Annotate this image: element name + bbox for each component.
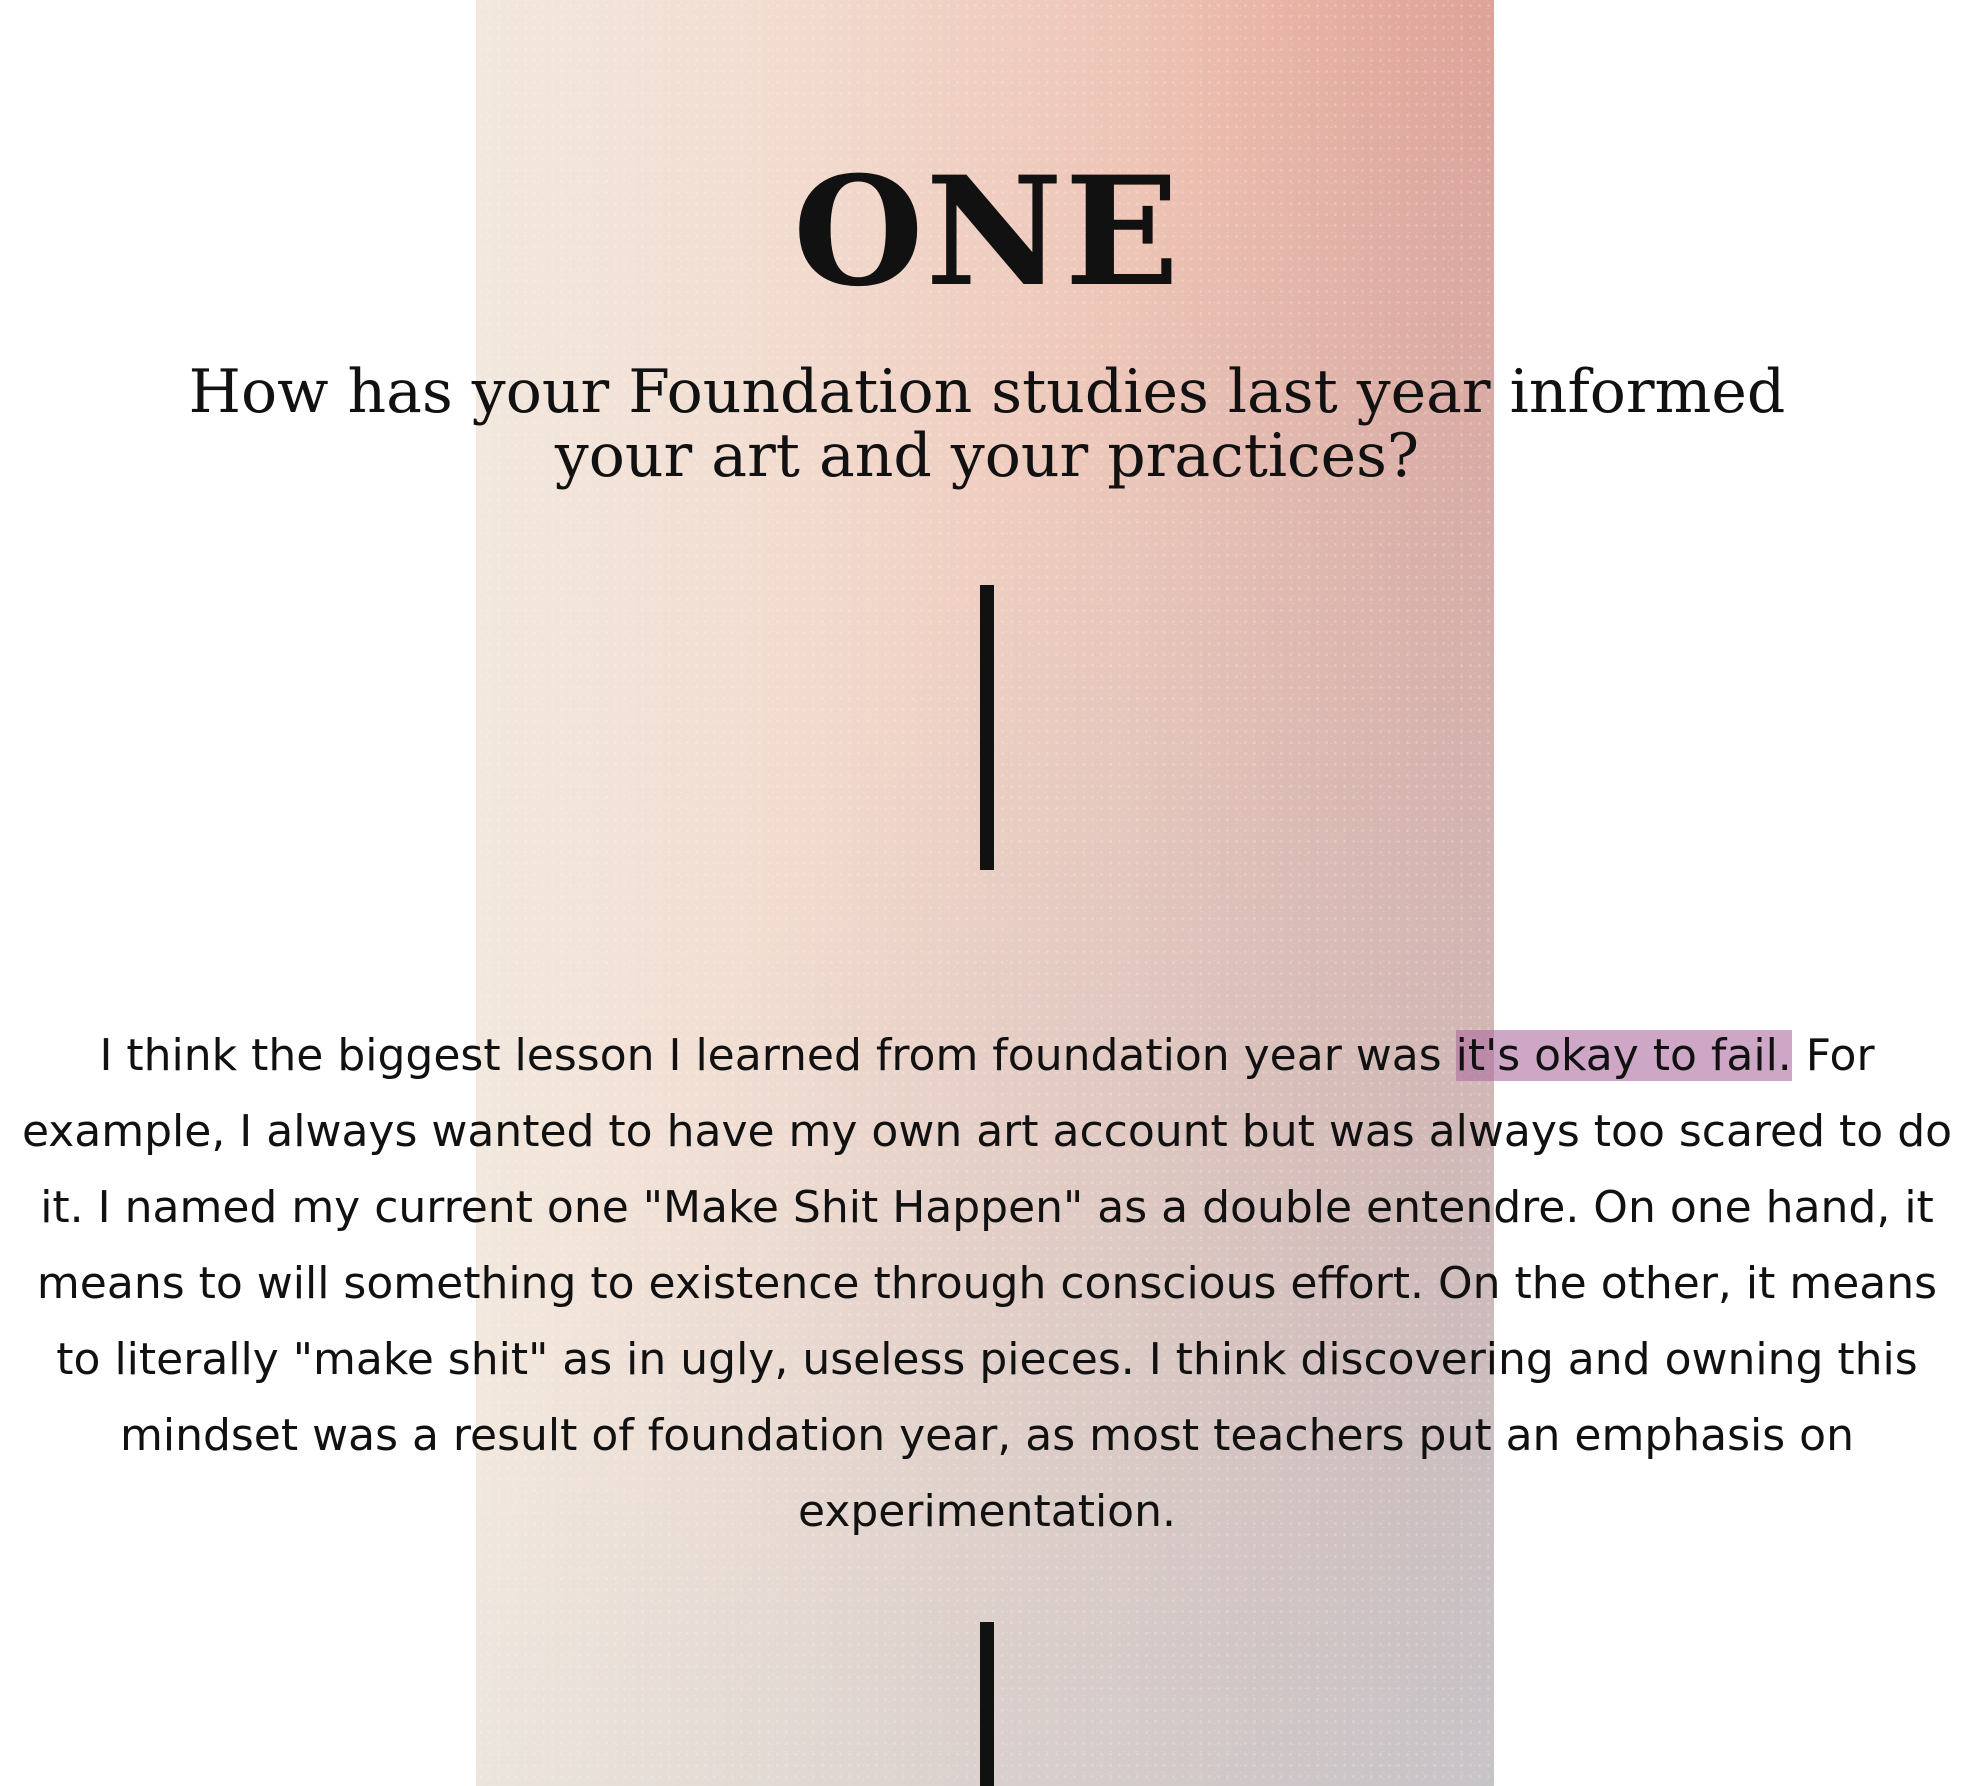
- question-heading: How has your Foundation studies last yea…: [188, 357, 1786, 491]
- divider-line-bottom: [980, 1622, 994, 1786]
- answer-text-after: For example, I always wanted to have my …: [21, 1030, 1953, 1537]
- page-content: ONE How has your Foundation studies last…: [0, 0, 1974, 1786]
- divider-line-top: [980, 585, 994, 870]
- answer-text-before: I think the biggest lesson I learned fro…: [99, 1030, 1456, 1081]
- highlighted-phrase: it's okay to fail.: [1455, 1030, 1792, 1081]
- answer-paragraph: I think the biggest lesson I learned fro…: [14, 1018, 1960, 1550]
- section-number-title: ONE: [792, 144, 1182, 320]
